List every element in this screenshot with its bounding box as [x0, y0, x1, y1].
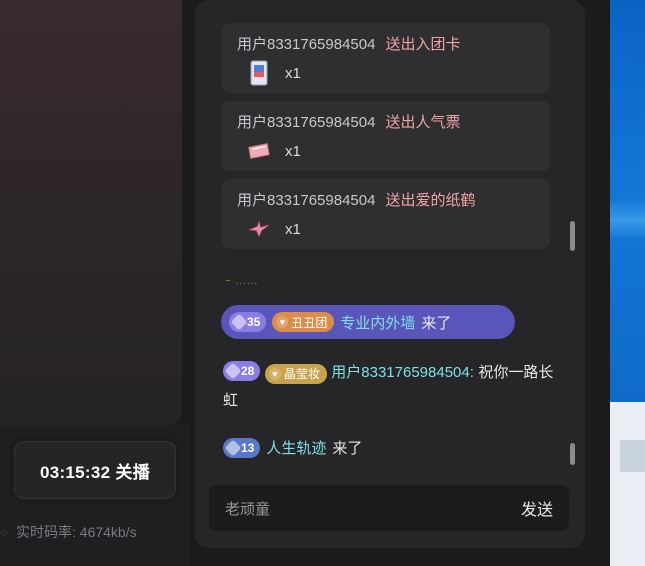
gift-sender[interactable]: 用户8331765984504	[237, 33, 375, 54]
bitrate-text: 实时码率: 4674kb/s	[16, 524, 137, 540]
level-badge: 13	[223, 437, 261, 458]
gift-message: 用户8331765984504 送出入团卡 x1	[222, 23, 550, 93]
gift-action: 送出人气票	[385, 114, 461, 131]
chat-scrollbar[interactable]	[570, 443, 575, 465]
gift-action: 送出爱的纸鹤	[385, 192, 476, 209]
heart-icon: ♥	[268, 368, 281, 380]
paper-crane-gift-icon	[247, 216, 271, 242]
desktop-background	[610, 0, 645, 566]
gift-count: x1	[285, 64, 301, 82]
fan-club-badge: ♥ 丑丑团	[272, 312, 335, 332]
card-gift-icon	[247, 60, 271, 86]
level-gem-icon	[230, 313, 248, 331]
chat-input[interactable]: 老顽童	[225, 498, 270, 519]
gift-count: x1	[285, 220, 301, 238]
heart-icon: ♥	[276, 316, 289, 328]
end-live-button[interactable]: 03:15:32 关播	[14, 441, 176, 499]
enter-user-name[interactable]: 人生轨迹	[266, 437, 326, 458]
gift-message: 用户8331765984504 送出人气票 x1	[222, 101, 550, 171]
background-window	[610, 402, 645, 566]
fan-club-badge: ♥ 晶莹妆	[264, 364, 327, 384]
chat-input-bar: 老顽童 发送	[209, 485, 569, 531]
enter-notice-highlight: 35 ♥ 丑丑团 专业内外墙 来了	[221, 305, 515, 339]
enter-user-name[interactable]: 专业内外墙	[340, 312, 415, 333]
level-gem-icon	[224, 439, 242, 456]
gift-message: 用户8331765984504 送出爱的纸鹤 x1	[222, 179, 550, 249]
faded-message: ~ ......	[225, 276, 259, 287]
gift-sender[interactable]: 用户8331765984504	[237, 111, 375, 132]
gift-sender[interactable]: 用户8331765984504	[237, 189, 375, 210]
level-badge: 28	[223, 361, 261, 381]
enter-suffix: 来了	[332, 440, 363, 457]
ticket-gift-icon	[247, 138, 271, 164]
background-window-tab	[620, 440, 645, 472]
chat-panel: 用户8331765984504 送出入团卡 x1 用户8331765984504…	[195, 0, 585, 548]
info-icon: ◌	[0, 525, 8, 539]
level-badge: 35	[229, 312, 267, 332]
chat-comment: 28 ♥ 晶莹妆 用户8331765984504: 祝你一路长虹	[223, 359, 563, 415]
level-gem-icon	[224, 362, 242, 380]
enter-suffix: 来了	[421, 314, 452, 332]
bitrate-status: ◌ 实时码率: 4674kb/s	[0, 522, 137, 542]
gift-scrollbar[interactable]	[570, 221, 575, 251]
send-button[interactable]: 发送	[521, 496, 553, 520]
gift-count: x1	[285, 142, 301, 160]
comment-user-name[interactable]: 用户8331765984504:	[331, 364, 474, 381]
desktop-light-beam	[610, 200, 645, 240]
gift-action: 送出入团卡	[385, 36, 461, 53]
enter-notice: 13 人生轨迹 来了	[223, 437, 362, 458]
video-preview	[0, 0, 182, 425]
